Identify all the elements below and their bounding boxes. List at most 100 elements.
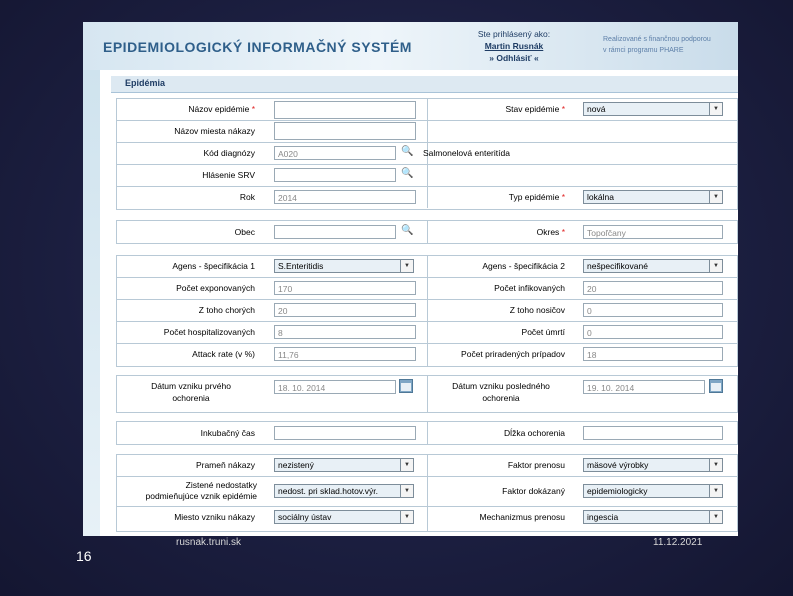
row-z-toho: Z toho chorých 20 Z toho nosičov 0 <box>117 300 737 322</box>
faktor-prenosu-select[interactable]: mäsové výrobky ▼ <box>583 458 723 472</box>
group-dates: Dátum vzniku prvého ochorenia 18. 10. 201… <box>116 375 738 413</box>
pocet-hospitalizovanych-input[interactable]: 8 <box>274 325 416 339</box>
user-line: Ste prihlásený ako: <box>477 29 551 39</box>
divider <box>427 221 428 243</box>
chevron-down-icon: ▼ <box>709 459 722 471</box>
pocet-infikovanych-input[interactable]: 20 <box>583 281 723 295</box>
divider <box>427 422 428 444</box>
agens2-select[interactable]: nešpecifikované ▼ <box>583 259 723 273</box>
pocet-exponovanych-input[interactable]: 170 <box>274 281 416 295</box>
label-datum-posledneho: Dátum vzniku posledného ochorenia <box>452 381 550 403</box>
nazov-epidemie-input[interactable] <box>274 101 416 119</box>
datum-prveho-input[interactable]: 18. 10. 2014 <box>274 380 396 394</box>
logout-link[interactable]: » Odhlásiť « <box>489 53 538 63</box>
pocet-priradenych-input[interactable]: 18 <box>583 347 723 361</box>
label-kod-diagnozy: Kód diagnózy <box>203 148 255 158</box>
divider <box>427 376 428 412</box>
row-zistene: Zistené nedostatky podmieňujúce vznik epi… <box>117 477 737 507</box>
label-pramen-nakazy: Prameň nákazy <box>195 460 255 470</box>
label-obec: Obec <box>234 227 255 237</box>
row-agens: Agens - špecifikácia 1 S.Enteritidis ▼ Ag… <box>117 256 737 278</box>
search-icon[interactable]: 🔍 <box>401 146 413 158</box>
label-z-toho-chorych: Z toho chorých <box>198 305 255 315</box>
divider <box>427 187 428 208</box>
label-z-toho-nosicov: Z toho nosičov <box>509 305 565 315</box>
label-typ-epidemie: Typ epidémie * <box>508 192 565 202</box>
stav-epidemie-select[interactable]: nová ▼ <box>583 102 723 116</box>
label-pocet-hospitalizovanych: Počet hospitalizovaných <box>163 327 255 337</box>
hlasenie-srv-input[interactable] <box>274 168 396 182</box>
search-icon[interactable]: 🔍 <box>401 225 413 237</box>
agens1-select[interactable]: S.Enteritidis ▼ <box>274 259 414 273</box>
phare-line-1: Realizované s finančnou podporou <box>603 36 711 43</box>
obec-input[interactable] <box>274 225 396 239</box>
diagnoza-description: Salmonelová enteritída <box>423 148 510 158</box>
footer-website: rusnak.truni.sk <box>176 537 242 548</box>
okres-input[interactable]: Topoľčany <box>583 225 723 239</box>
chevron-down-icon: ▼ <box>400 485 413 497</box>
chevron-down-icon: ▼ <box>709 511 722 523</box>
search-icon[interactable]: 🔍 <box>401 168 413 180</box>
faktor-dokazany-select[interactable]: epidemiologicky ▼ <box>583 484 723 498</box>
label-okres: Okres * <box>536 227 565 237</box>
group-factors: Prameň nákazy nezistený ▼ Faktor prenosu … <box>116 454 738 532</box>
row-rok: Rok 2014 Typ epidémie * lokálna ▼ <box>117 187 737 208</box>
z-toho-chorych-input[interactable]: 20 <box>274 303 416 317</box>
row-miesto: Miesto vzniku nákazy sociálny ústav ▼ Mec… <box>117 507 737 528</box>
chevron-down-icon: ▼ <box>709 485 722 497</box>
z-toho-nosicov-input[interactable]: 0 <box>583 303 723 317</box>
label-hlasenie-srv: Hlásenie SRV <box>202 170 255 180</box>
label-attack-rate: Attack rate (v %) <box>192 349 255 359</box>
user-name-link[interactable]: Martin Rusnák <box>485 41 544 51</box>
pramen-nakazy-select[interactable]: nezistený ▼ <box>274 458 414 472</box>
app-title: EPIDEMIOLOGICKÝ INFORMAČNÝ SYSTÉM <box>103 39 412 55</box>
calendar-icon[interactable] <box>399 379 413 393</box>
label-inkubacny-cas: Inkubačný čas <box>200 428 255 438</box>
group-agens: Agens - špecifikácia 1 S.Enteritidis ▼ Ag… <box>116 255 738 367</box>
dlzka-ochorenia-input[interactable] <box>583 426 723 440</box>
phare-line-2: v rámci programu PHARE <box>603 47 684 54</box>
label-miesto-vzniku: Miesto vzniku nákazy <box>174 512 255 522</box>
label-faktor-prenosu: Faktor prenosu <box>507 460 565 470</box>
label-faktor-dokazany: Faktor dokázaný <box>502 486 565 496</box>
user-info: Ste prihlásený ako: Martin Rusnák » Odhl… <box>459 28 569 64</box>
row-nazov-epidemie: Názov epidémie * Stav epidémie * nová ▼ <box>117 99 737 121</box>
label-zistene-nedostatky: Zistené nedostatky podmieňujúce vznik epi… <box>145 480 257 501</box>
label-nazov-epidemie: Názov epidémie * <box>188 104 255 114</box>
rok-input[interactable]: 2014 <box>274 190 416 204</box>
row-nazov-miesta: Názov miesta nákazy <box>117 121 737 143</box>
miesto-vzniku-select[interactable]: sociálny ústav ▼ <box>274 510 414 524</box>
phare-notice: Realizované s finančnou podporou v rámci… <box>603 34 711 56</box>
group-basic: Názov epidémie * Stav epidémie * nová ▼ N… <box>116 98 738 210</box>
slide-number: 16 <box>76 548 92 564</box>
pocet-umrti-input[interactable]: 0 <box>583 325 723 339</box>
screenshot-window: EPIDEMIOLOGICKÝ INFORMAČNÝ SYSTÉM Ste pr… <box>83 22 738 536</box>
typ-epidemie-select[interactable]: lokálna ▼ <box>583 190 723 204</box>
kod-diagnozy-input[interactable]: A020 <box>274 146 396 160</box>
app-banner: EPIDEMIOLOGICKÝ INFORMAČNÝ SYSTÉM Ste pr… <box>83 22 738 70</box>
label-datum-prveho: Dátum vzniku prvého ochorenia <box>151 381 231 403</box>
mechanizmus-prenosu-select[interactable]: ingescia ▼ <box>583 510 723 524</box>
chevron-down-icon: ▼ <box>709 103 722 115</box>
attack-rate-input[interactable]: 11,76 <box>274 347 416 361</box>
calendar-icon[interactable] <box>709 379 723 393</box>
group-incubation: Inkubačný čas Dĺžka ochorenia <box>116 421 738 445</box>
chevron-down-icon: ▼ <box>400 260 413 272</box>
label-rok: Rok <box>239 192 255 202</box>
row-kod-diagnozy: Kód diagnózy A020 🔍 Salmonelová enterití… <box>117 143 737 165</box>
label-agens1: Agens - špecifikácia 1 <box>172 261 255 271</box>
row-pocet-exp: Počet exponovaných 170 Počet infikovanýc… <box>117 278 737 300</box>
label-pocet-priradenych: Počet priradených prípadov <box>461 349 565 359</box>
zistene-nedostatky-select[interactable]: nedost. pri sklad.hotov.výr. ▼ <box>274 484 414 498</box>
label-pocet-exponovanych: Počet exponovaných <box>176 283 255 293</box>
label-dlzka-ochorenia: Dĺžka ochorenia <box>504 428 565 438</box>
label-stav-epidemie: Stav epidémie * <box>505 104 565 114</box>
datum-posledneho-input[interactable]: 19. 10. 2014 <box>583 380 705 394</box>
row-hosp: Počet hospitalizovaných 8 Počet úmrtí 0 <box>117 322 737 344</box>
chevron-down-icon: ▼ <box>709 260 722 272</box>
chevron-down-icon: ▼ <box>400 511 413 523</box>
section-title: Epidémia <box>125 78 166 88</box>
nazov-miesta-input[interactable] <box>274 122 416 140</box>
inkubacny-cas-input[interactable] <box>274 426 416 440</box>
group-location: Obec 🔍 Okres * Topoľčany <box>116 220 738 244</box>
